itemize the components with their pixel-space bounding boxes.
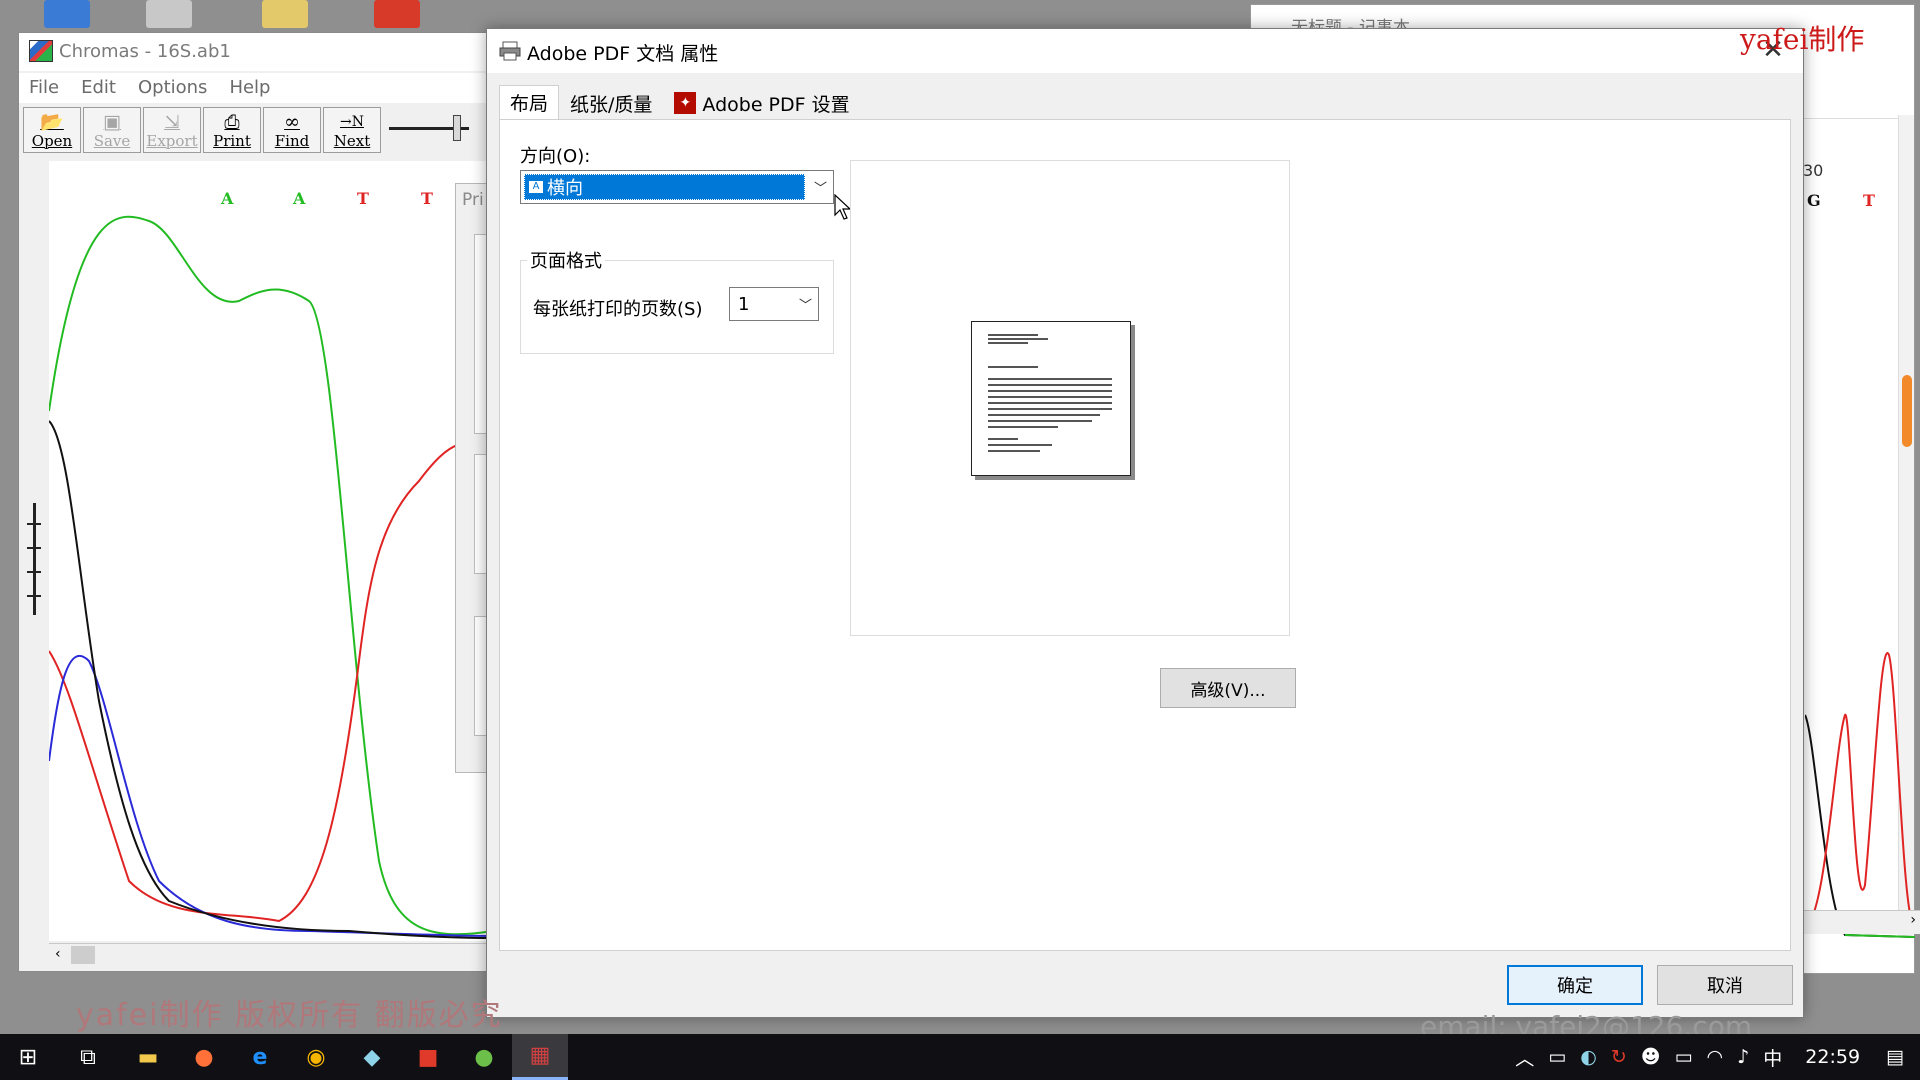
watermark-bottom: yafei制作 版权所有 翻版必究 xyxy=(76,998,503,1033)
find-label: Find xyxy=(274,132,310,150)
menu-help[interactable]: Help xyxy=(219,73,282,103)
chromas-logo-icon xyxy=(29,40,53,62)
tray-app-icon[interactable]: ▭ xyxy=(1548,1046,1566,1068)
qq-icon[interactable]: ☻ xyxy=(1641,1046,1661,1068)
open-label: Open xyxy=(31,132,73,150)
pdf-properties-dialog: Adobe PDF 文档 属性 ✕ 布局 纸张/质量 ✦ Adobe PDF 设置… xyxy=(486,28,1804,1018)
layout-panel: 方向(O): A 横向 ﹀ 页面格式 每张纸打印的页数(S) 1 ﹀ 高级(V)… xyxy=(499,119,1791,951)
page-format-label: 页面格式 xyxy=(527,247,605,273)
vertical-scale-slider[interactable] xyxy=(27,503,43,621)
tray-app-icon[interactable]: ↻ xyxy=(1611,1046,1627,1068)
file-explorer-icon[interactable]: ▬ xyxy=(120,1034,176,1080)
chromas-hscroll[interactable]: ‹ xyxy=(49,943,493,967)
zoom-slider[interactable] xyxy=(389,107,479,153)
edge-icon[interactable]: e xyxy=(232,1034,288,1080)
volume-icon[interactable]: ♪ xyxy=(1737,1046,1749,1068)
menu-edit[interactable]: Edit xyxy=(71,73,128,103)
chromas-title: Chromas - 16S.ab1 xyxy=(59,41,231,62)
notification-icon[interactable]: ▤ xyxy=(1886,1046,1904,1068)
chevron-down-icon: ﹀ xyxy=(798,298,812,314)
print-button[interactable]: ⎙ Print xyxy=(203,107,261,153)
app-icon[interactable]: ◆ xyxy=(344,1034,400,1080)
pages-per-sheet-label: 每张纸打印的页数(S) xyxy=(533,299,703,320)
firefox-icon[interactable]: ● xyxy=(176,1034,232,1080)
pages-per-sheet-select[interactable]: 1 ﹀ xyxy=(729,287,819,321)
open-button[interactable]: 📂 Open xyxy=(23,107,81,153)
trace-lines xyxy=(49,215,493,939)
chevron-down-icon: ﹀ xyxy=(813,181,827,197)
battery-icon[interactable]: ▭ xyxy=(1675,1046,1693,1068)
tray-app-icon[interactable]: ◐ xyxy=(1580,1046,1597,1068)
desktop-icon[interactable] xyxy=(44,0,90,28)
adobe-pdf-icon: ✦ xyxy=(674,92,697,114)
orientation-selected: A 横向 xyxy=(524,174,805,200)
tab-layout[interactable]: 布局 xyxy=(499,85,560,119)
floppy-icon: ▣ xyxy=(103,111,121,133)
desktop-icon[interactable] xyxy=(262,0,308,28)
orientation-label: 方向(O): xyxy=(520,146,591,167)
background-hscroll[interactable]: › xyxy=(1804,910,1920,934)
chromatogram-plot[interactable]: A A T T xyxy=(49,161,493,941)
pages-per-sheet-value: 1 xyxy=(738,294,750,315)
clock[interactable]: 22:59 xyxy=(1805,1046,1860,1068)
right-trace-plot xyxy=(1805,652,1915,938)
page-format-group: 页面格式 每张纸打印的页数(S) 1 ﹀ xyxy=(520,247,834,354)
export-label: Export xyxy=(146,132,198,150)
right-position-label: 30 xyxy=(1803,161,1824,180)
green-app-icon[interactable]: ● xyxy=(456,1034,512,1080)
scroll-left-arrow[interactable]: ‹ xyxy=(55,946,61,962)
start-icon[interactable]: ⊞ xyxy=(0,1034,56,1080)
desktop-icon[interactable] xyxy=(146,0,192,28)
paper-preview-image xyxy=(971,321,1131,476)
advanced-button[interactable]: 高级(V)... xyxy=(1160,668,1296,708)
dialog-title: Adobe PDF 文档 属性 xyxy=(527,43,719,65)
dialog-tabs: 布局 纸张/质量 ✦ Adobe PDF 设置 xyxy=(499,85,861,119)
wifi-icon[interactable]: ◠ xyxy=(1707,1046,1724,1068)
save-label: Save xyxy=(93,132,131,150)
printer-icon xyxy=(499,41,521,61)
export-button[interactable]: ⇲ Export xyxy=(143,107,201,153)
landscape-icon: A xyxy=(529,181,543,193)
taskbar: ⊞ ⧉ ▬ ● e ◉ ◆ ■ ● ▦ ︿ ▭ ◐ ↻ ☻ ▭ ◠ ♪ 中 22… xyxy=(0,1034,1920,1080)
next-button[interactable]: →N Next xyxy=(323,107,381,153)
menu-options[interactable]: Options xyxy=(128,73,219,103)
task-view-icon[interactable]: ⧉ xyxy=(60,1034,116,1080)
printer-icon: ⎙ xyxy=(224,111,240,133)
chrome-icon[interactable]: ◉ xyxy=(288,1034,344,1080)
next-arrow-icon: →N xyxy=(340,114,364,130)
orientation-value: 横向 xyxy=(547,178,583,199)
save-button[interactable]: ▣ Save xyxy=(83,107,141,153)
chromas-icon[interactable]: ▦ xyxy=(512,1034,568,1080)
binoculars-icon: ∞ xyxy=(284,111,300,133)
chevron-up-icon[interactable]: ︿ xyxy=(1515,1044,1534,1071)
export-icon: ⇲ xyxy=(164,111,180,133)
ok-button[interactable]: 确定 xyxy=(1507,965,1643,1005)
tab-paper-quality[interactable]: 纸张/质量 xyxy=(559,87,663,119)
scroll-thumb[interactable] xyxy=(1902,375,1912,447)
ime-indicator[interactable]: 中 xyxy=(1763,1044,1782,1071)
chromas-titlebar: Chromas - 16S.ab1 xyxy=(19,33,491,71)
watermark-top-right: yafei制作 xyxy=(1740,23,1865,56)
find-button[interactable]: ∞ Find xyxy=(263,107,321,153)
orientation-select[interactable]: A 横向 ﹀ xyxy=(520,170,834,204)
menu-file[interactable]: File xyxy=(19,73,71,103)
scroll-right-arrow[interactable]: › xyxy=(1910,912,1916,928)
chromas-menubar: File Edit Options Help xyxy=(19,73,491,103)
dialog-titlebar: Adobe PDF 文档 属性 ✕ xyxy=(487,29,1803,73)
tab-adobe-pdf-settings[interactable]: ✦ Adobe PDF 设置 xyxy=(663,87,860,119)
right-base-t: T xyxy=(1863,191,1875,210)
chromas-window: Chromas - 16S.ab1 File Edit Options Help… xyxy=(18,32,493,972)
tab-adobe-pdf-settings-label: Adobe PDF 设置 xyxy=(702,93,850,116)
print-label: Print xyxy=(213,132,251,150)
folder-open-icon: 📂 xyxy=(40,111,64,133)
next-label: Next xyxy=(333,132,371,150)
cancel-button[interactable]: 取消 xyxy=(1657,965,1793,1005)
scroll-thumb[interactable] xyxy=(71,946,95,964)
right-base-g: G xyxy=(1807,191,1821,210)
office-icon[interactable]: ■ xyxy=(400,1034,456,1080)
system-tray: ︿ ▭ ◐ ↻ ☻ ▭ ◠ ♪ 中 22:59 ▤ xyxy=(1508,1034,1920,1080)
page-preview xyxy=(850,160,1290,636)
pri-label: Pri xyxy=(462,190,484,210)
desktop-icon[interactable] xyxy=(374,0,420,28)
